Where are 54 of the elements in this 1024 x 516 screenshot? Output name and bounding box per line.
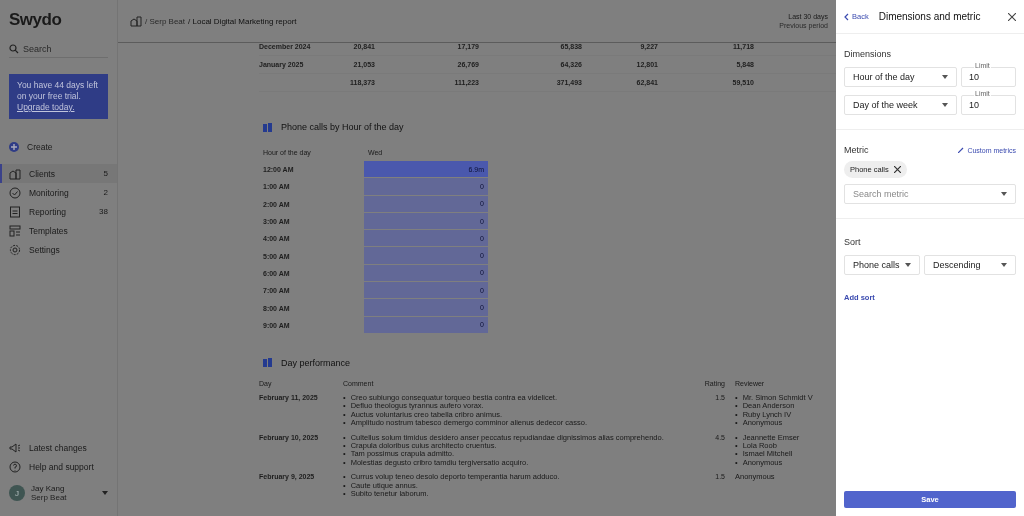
user-name: Jay Kang bbox=[31, 484, 66, 493]
caret-icon[interactable] bbox=[102, 491, 108, 495]
caret-icon bbox=[942, 103, 948, 107]
search-field[interactable]: Search bbox=[9, 44, 108, 58]
building-icon bbox=[9, 167, 21, 180]
layout-icon bbox=[9, 224, 21, 237]
search-icon bbox=[9, 44, 19, 54]
nav-item[interactable]: Monitoring 2 bbox=[0, 183, 117, 202]
avatar: J bbox=[9, 485, 25, 501]
count-label: 38 bbox=[99, 207, 108, 216]
widget-icon bbox=[263, 358, 272, 368]
document-icon bbox=[9, 205, 21, 218]
create-button[interactable]: Create bbox=[0, 137, 117, 156]
footer-link[interactable]: Help and support bbox=[0, 457, 117, 476]
upgrade-link[interactable]: Upgrade today. bbox=[17, 102, 75, 113]
section-label: Dimensions bbox=[844, 49, 893, 59]
nav-item[interactable]: Templates bbox=[0, 221, 117, 240]
user-organization: Serp Beat bbox=[31, 493, 68, 502]
close-icon[interactable] bbox=[1008, 12, 1016, 21]
sort-order-select[interactable]: Descending bbox=[924, 255, 1016, 275]
caret-icon bbox=[1001, 192, 1007, 196]
dimension-select[interactable]: Day of the week bbox=[844, 95, 957, 115]
check-circle-icon bbox=[9, 186, 21, 199]
widget-icon bbox=[263, 122, 272, 132]
breadcrumb-item[interactable]: / Serp Beat bbox=[145, 16, 186, 26]
breadcrumb-item: / Local Digital Marketing report bbox=[188, 16, 297, 26]
help-icon bbox=[9, 460, 21, 473]
count-label: 5 bbox=[103, 169, 108, 178]
trial-text: You have 44 days left on your free trial. bbox=[17, 80, 98, 101]
nav-item[interactable]: Reporting 38 bbox=[0, 202, 117, 221]
caret-icon bbox=[942, 75, 948, 79]
dimension-select[interactable]: Hour of the day bbox=[844, 67, 957, 87]
widget-title: Day performance bbox=[281, 357, 351, 368]
logo: Swydo bbox=[9, 10, 63, 30]
settings-icon bbox=[9, 243, 21, 256]
section-label: Metric bbox=[844, 145, 869, 155]
panel-title: Dimensions and metric bbox=[878, 11, 982, 22]
plus-icon bbox=[9, 141, 19, 152]
megaphone-icon bbox=[9, 441, 21, 454]
search-input[interactable]: Search bbox=[23, 44, 103, 54]
widget-title: Phone calls by Hour of the day bbox=[281, 122, 404, 132]
metric-search-field[interactable]: Search metric bbox=[844, 184, 1016, 204]
nav-item[interactable]: Clients 5 bbox=[0, 164, 117, 183]
caret-icon bbox=[905, 263, 911, 267]
count-label: 2 bbox=[103, 188, 108, 197]
close-icon[interactable] bbox=[893, 166, 901, 173]
footer-link[interactable]: Latest changes bbox=[0, 438, 117, 457]
pencil-icon bbox=[958, 147, 965, 153]
section-label: Sort bbox=[844, 237, 862, 247]
nav-item[interactable]: Settings bbox=[0, 240, 117, 259]
building-icon[interactable] bbox=[130, 15, 142, 27]
caret-icon bbox=[1001, 263, 1007, 267]
sort-field-select[interactable]: Phone calls bbox=[844, 255, 920, 275]
chevron-left-icon bbox=[844, 12, 849, 21]
